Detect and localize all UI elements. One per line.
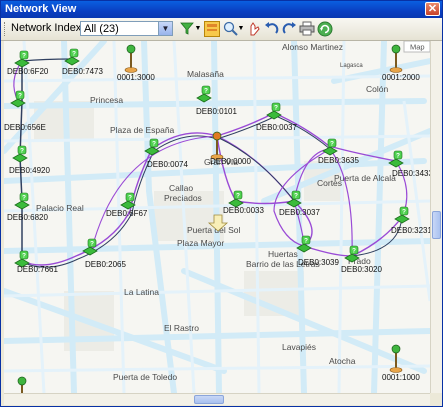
svg-text:?: ? bbox=[330, 141, 334, 148]
vertical-scrollbar[interactable] bbox=[430, 41, 442, 393]
chevron-down-icon[interactable]: ▼ bbox=[158, 22, 172, 35]
street-label: Lavapiés bbox=[282, 342, 316, 352]
node-label: DEB0:3020 bbox=[341, 265, 382, 274]
svg-text:?: ? bbox=[204, 88, 208, 95]
node-label: 0001:3000 bbox=[117, 73, 155, 82]
network-index-value: All (23) bbox=[84, 23, 119, 35]
svg-text:?: ? bbox=[22, 53, 26, 60]
pan-icon[interactable] bbox=[247, 21, 261, 37]
street-label: Lagasca bbox=[340, 63, 363, 69]
svg-text:?: ? bbox=[20, 148, 24, 155]
svg-text:?: ? bbox=[152, 141, 156, 148]
node-label: DEB0:6F67 bbox=[106, 209, 148, 218]
network-index-select[interactable]: All (23) ▼ bbox=[80, 21, 173, 36]
filter-icon[interactable] bbox=[179, 21, 195, 37]
horizontal-scroll-thumb[interactable] bbox=[194, 395, 224, 404]
title-bar[interactable]: Network View ✕ bbox=[1, 1, 442, 18]
svg-text:?: ? bbox=[128, 195, 132, 202]
undo-icon[interactable] bbox=[263, 21, 279, 37]
svg-text:?: ? bbox=[22, 195, 26, 202]
layout-icon[interactable] bbox=[204, 21, 220, 37]
svg-text:?: ? bbox=[72, 51, 76, 58]
horizontal-scrollbar[interactable] bbox=[4, 393, 430, 405]
street-label: Plaza de España bbox=[110, 125, 175, 135]
node-label: DEB0:6F20 bbox=[7, 67, 49, 76]
node-label: DEB0:0074 bbox=[147, 160, 188, 169]
node-label: DEB0:3037 bbox=[279, 208, 320, 217]
node-label: DEB0:0037 bbox=[256, 123, 297, 132]
node-label: DEB0:3635 bbox=[318, 156, 359, 165]
street-label: El Rastro bbox=[164, 323, 199, 333]
street-label: Preciados bbox=[164, 193, 202, 203]
node-label: DEB0:0033 bbox=[223, 206, 264, 215]
node-label: DEB0:0101 bbox=[196, 107, 237, 116]
street-label: Huertas bbox=[268, 249, 298, 259]
network-index-label: Network Index: bbox=[11, 22, 85, 34]
street-label: Colón bbox=[366, 84, 388, 94]
street-label: Malasaña bbox=[187, 69, 224, 79]
street-label: Princesa bbox=[90, 95, 123, 105]
node-label: DEB0:7473 bbox=[62, 67, 103, 76]
street-label: La Latina bbox=[124, 287, 159, 297]
svg-text:?: ? bbox=[402, 209, 406, 216]
svg-text:?: ? bbox=[22, 253, 26, 260]
node-label: 0001:2000 bbox=[382, 73, 420, 82]
svg-text:?: ? bbox=[90, 241, 94, 248]
street-label: Plaza Mayor bbox=[177, 238, 224, 248]
print-icon[interactable] bbox=[299, 21, 315, 37]
node-label: DEB0:2065 bbox=[85, 260, 126, 269]
refresh-icon[interactable] bbox=[317, 21, 333, 37]
toolbar: Network Index: All (23) ▼ ▼ ▼ bbox=[1, 18, 442, 41]
window-title: Network View bbox=[5, 3, 77, 15]
redo-icon[interactable] bbox=[281, 21, 297, 37]
node-label: DEB0:6820 bbox=[7, 213, 48, 222]
network-view-window: Network View ✕ Network Index: All (23) ▼… bbox=[0, 0, 443, 407]
street-label: Callao bbox=[169, 183, 193, 193]
zoom-dropdown-icon[interactable]: ▼ bbox=[237, 21, 245, 37]
toolbar-grip[interactable] bbox=[4, 22, 8, 36]
vertical-scroll-thumb[interactable] bbox=[432, 211, 441, 239]
street-label: Puerta de Toledo bbox=[113, 372, 177, 382]
node-label: DEB0:3039 bbox=[298, 258, 339, 267]
node-label: DEB0:7661 bbox=[17, 265, 58, 274]
svg-text:?: ? bbox=[274, 105, 278, 112]
node-label: DEB0:0000 bbox=[210, 157, 251, 166]
svg-text:?: ? bbox=[294, 193, 298, 200]
node-label: DEB0:4920 bbox=[9, 166, 50, 175]
node-label: 0001:1000 bbox=[382, 373, 420, 382]
map-corner-label: Map bbox=[410, 43, 425, 52]
node-label: DEB0:3231 bbox=[391, 226, 430, 235]
svg-text:?: ? bbox=[236, 193, 240, 200]
node-label: DEB0:3433 bbox=[392, 169, 430, 178]
scroll-corner bbox=[430, 393, 441, 404]
close-button[interactable]: ✕ bbox=[425, 2, 440, 16]
filter-dropdown-icon[interactable]: ▼ bbox=[194, 21, 202, 37]
zoom-icon[interactable] bbox=[222, 21, 238, 37]
street-label: Atocha bbox=[329, 356, 356, 366]
svg-text:?: ? bbox=[304, 238, 308, 245]
street-label: Alonso Martinez bbox=[282, 42, 343, 52]
network-map[interactable]: Alonso Martinez Malasaña Colón Princesa … bbox=[4, 41, 430, 393]
svg-text:?: ? bbox=[352, 248, 356, 255]
svg-text:?: ? bbox=[18, 93, 22, 100]
street-label: Palacio Real bbox=[36, 203, 84, 213]
svg-text:?: ? bbox=[396, 153, 400, 160]
street-label: Cortes bbox=[317, 178, 342, 188]
node-label: DEB0:656E bbox=[4, 123, 46, 132]
